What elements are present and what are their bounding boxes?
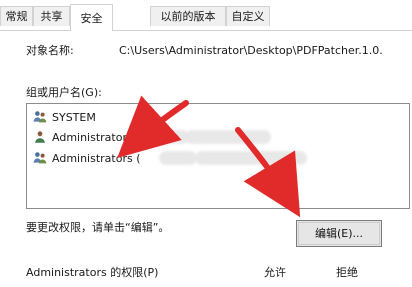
tab-security[interactable]: 安全 bbox=[70, 4, 113, 31]
redacted-blur bbox=[195, 151, 287, 165]
tab-security-label: 安全 bbox=[80, 11, 103, 25]
list-item-system[interactable]: SYSTEM bbox=[27, 108, 409, 126]
change-permissions-hint: 要更改权限，请单击“编辑”。 bbox=[26, 221, 170, 234]
list-item-administrator[interactable]: Administrator ( bbox=[27, 128, 409, 146]
redacted-blur bbox=[185, 130, 271, 144]
permissions-title: Administrators 的权限(P) bbox=[26, 266, 159, 279]
permissions-deny-label: 拒绝 bbox=[336, 266, 358, 279]
tab-previous-versions-label: 以前的版本 bbox=[160, 10, 216, 23]
group-users-label: 组或用户名(G): bbox=[26, 86, 102, 99]
redacted-blur bbox=[149, 130, 189, 144]
list-item-administrators-label: Administrators ( bbox=[52, 151, 141, 165]
tab-customize-label: 自定义 bbox=[231, 10, 265, 23]
tab-sharing-label: 共享 bbox=[40, 10, 63, 23]
object-name-label: 对象名称: bbox=[26, 44, 74, 57]
permissions-allow-label: 允许 bbox=[264, 266, 286, 279]
tab-general-label: 常规 bbox=[5, 10, 28, 23]
tab-general[interactable]: 常规 bbox=[0, 6, 33, 26]
group-icon bbox=[32, 109, 48, 125]
user-icon bbox=[32, 129, 48, 145]
edit-button-label: 编辑(E)... bbox=[314, 227, 364, 240]
redacted-blur bbox=[279, 151, 307, 165]
tab-customize[interactable]: 自定义 bbox=[226, 6, 270, 26]
group-icon bbox=[32, 150, 48, 166]
list-item-administrators[interactable]: Administrators ( bbox=[27, 149, 409, 167]
tab-sharing[interactable]: 共享 bbox=[33, 6, 70, 26]
tab-previous-versions[interactable]: 以前的版本 bbox=[150, 6, 226, 26]
list-item-system-label: SYSTEM bbox=[52, 110, 96, 124]
object-name-value: C:\Users\Administrator\Desktop\PDFPatche… bbox=[119, 44, 383, 57]
properties-tabbar: 常规 共享 安全 以前的版本 自定义 bbox=[0, 0, 412, 31]
group-user-list[interactable]: SYSTEM Administrator (Administrators ( bbox=[26, 103, 410, 209]
list-item-administrator-label: Administrator ( bbox=[52, 130, 135, 144]
redacted-blur bbox=[159, 151, 197, 165]
edit-button[interactable]: 编辑(E)... bbox=[296, 220, 382, 247]
security-properties-window: 常规 共享 安全 以前的版本 自定义 对象名称: C:\Users\Admini… bbox=[0, 0, 412, 287]
